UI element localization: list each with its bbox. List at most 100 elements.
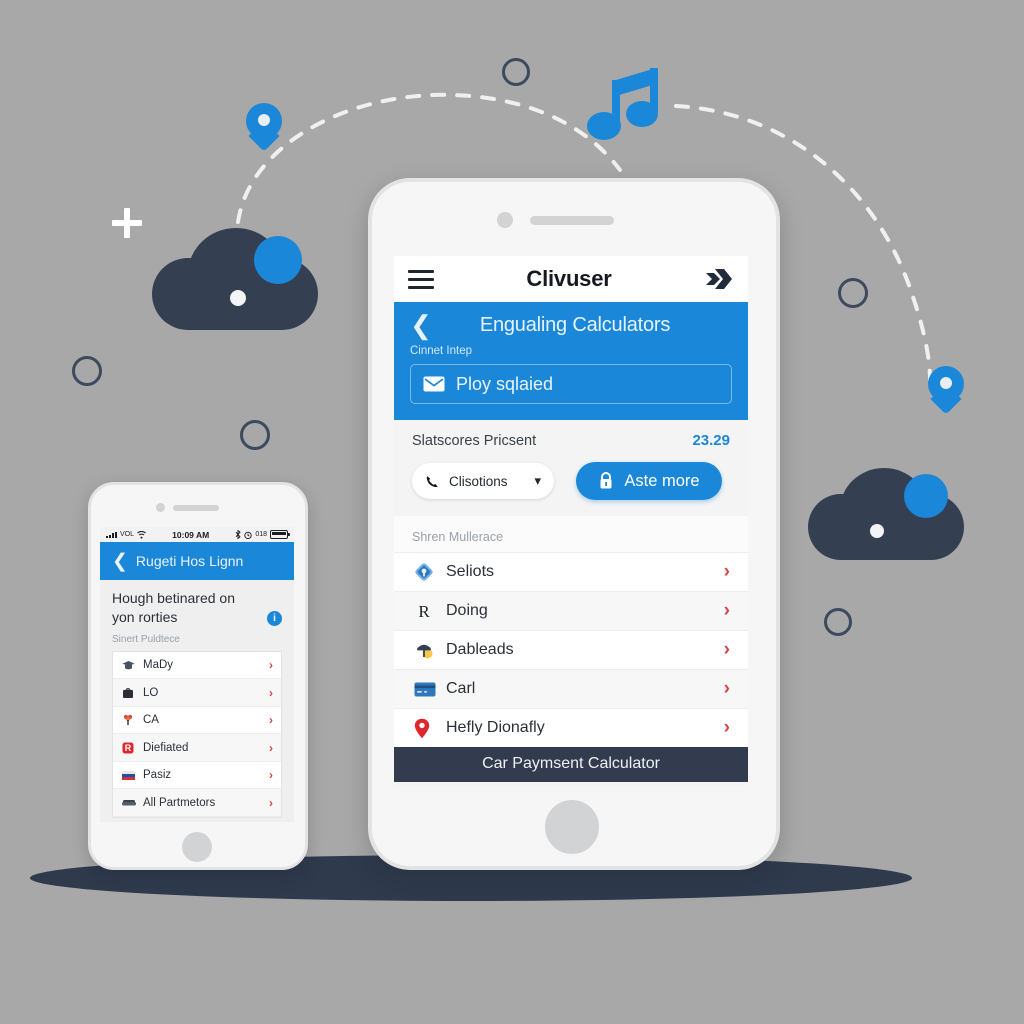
alarm-icon (244, 531, 252, 539)
map-pin-icon-left (246, 103, 282, 152)
mortarboard-icon (122, 660, 139, 671)
app-title: Clivuser (526, 266, 612, 291)
list-item[interactable]: CA › (113, 706, 281, 735)
circle-outline-icon (824, 608, 852, 636)
battery-icon (270, 530, 290, 539)
chevron-left-icon[interactable]: ❮ (410, 312, 432, 338)
blue-header-panel: ❮ Engualing Calculators Cinnet Intep Plo… (394, 302, 748, 420)
list-item-label: All Partmetors (143, 796, 216, 809)
info-badge-icon[interactable]: i (267, 611, 282, 626)
flag-icon (122, 770, 139, 780)
list-item-label: LO (143, 686, 159, 699)
big-phone-speaker (530, 216, 614, 225)
table-row[interactable]: Dableads › (394, 630, 748, 669)
stats-label: Slatscores Pricsent (412, 433, 537, 449)
screen-title: Engualing Calculators (479, 313, 671, 336)
plus-icon (112, 208, 142, 238)
big-phone-home-button[interactable] (545, 800, 599, 854)
chevron-right-icon: › (723, 561, 730, 582)
small-phone-header-bar: ❮ Rugeti Hos Lignn (100, 542, 294, 580)
chevron-right-icon: › (723, 639, 730, 660)
stats-value: 23.29 (692, 432, 730, 449)
aste-more-button[interactable]: Aste more (576, 462, 722, 500)
table-row-label: Carl (446, 680, 476, 697)
options-dropdown[interactable]: Clisotions ▾ (412, 463, 554, 499)
dropdown-label: Clisotions (449, 473, 508, 489)
app-bar: Clivuser (394, 256, 748, 302)
red-pin-icon (414, 718, 440, 739)
list-item-label: Diefiated (143, 741, 189, 754)
small-phone-screen: VOL 10:09 AM 018 ❮ Rugeti Hos Lignn Houg… (100, 527, 294, 822)
small-phone-status-bar: VOL 10:09 AM 018 (100, 527, 294, 542)
list-item-label: MaDy (143, 659, 174, 672)
sofa-icon (122, 798, 139, 807)
small-phone-home-button[interactable] (182, 832, 212, 862)
table-row[interactable]: R Doing › (394, 591, 748, 630)
list-item-label: CA (143, 714, 159, 727)
chevron-right-icon: › (723, 678, 730, 699)
small-phone-speaker (173, 505, 219, 511)
list-item[interactable]: All Partmetors › (113, 789, 281, 817)
map-pin-icon-right (928, 366, 964, 415)
chevron-right-icon: › (723, 600, 730, 621)
chevron-right-icon: › (723, 717, 730, 738)
chevron-right-icon: › (269, 685, 273, 700)
table-row-label: Doing (446, 602, 488, 619)
list-caption: Shren Mullerace (412, 530, 504, 544)
bouquet-icon (122, 714, 139, 726)
aste-more-label: Aste more (624, 471, 700, 490)
wifi-icon (137, 530, 146, 539)
svg-text:R: R (418, 602, 430, 621)
table-row[interactable]: Carl › (394, 669, 748, 708)
table-row-label: Dableads (446, 641, 514, 658)
battery-percent-label: 018 (255, 531, 267, 538)
circle-outline-icon (240, 420, 270, 450)
list-item[interactable]: MaDy › (113, 651, 281, 680)
circle-outline-icon (72, 356, 102, 386)
circle-outline-icon (838, 278, 868, 308)
table-row-label: Hefly Dionafly (446, 719, 545, 736)
hamburger-icon[interactable] (408, 265, 434, 294)
table-row-label: Seliots (446, 563, 495, 580)
letter-r-icon: R (414, 601, 440, 621)
lock-icon (600, 472, 612, 489)
forward-arrow-icon[interactable] (704, 265, 734, 293)
table-row[interactable]: Seliots › (394, 552, 748, 591)
circle-outline-icon (502, 58, 530, 86)
chevron-left-icon[interactable]: ❮ (112, 552, 128, 571)
scene-canvas: VOL 10:09 AM 018 ❮ Rugeti Hos Lignn Houg… (0, 0, 1024, 1024)
svg-text:R: R (125, 743, 132, 753)
chevron-right-icon: › (269, 768, 273, 783)
carrier-label: VOL (120, 531, 135, 538)
list-section: Shren Mullerace Seliots › R Doing › Dabl… (394, 516, 748, 747)
small-phone-subtitle: Sinert Puldtece (112, 633, 180, 645)
list-item-label: Pasiz (143, 769, 172, 782)
credit-card-icon (414, 682, 440, 697)
list-item[interactable]: Pasiz › (113, 761, 281, 790)
table-row[interactable]: Hefly Dionafly › (394, 708, 748, 747)
small-phone-header-title: Rugeti Hos Lignn (135, 553, 244, 569)
bluetooth-icon (235, 530, 241, 539)
list-item[interactable]: R Diefiated › (113, 734, 281, 762)
email-field-value: Ploy sqlaied (456, 373, 554, 394)
small-phone-camera (156, 503, 165, 512)
chevron-down-icon: ▾ (534, 473, 541, 488)
footer-bar[interactable]: Car Paymsent Calculator (394, 747, 748, 782)
cloud-icon-right (808, 468, 964, 560)
chevron-right-icon: › (269, 795, 273, 810)
signal-bars-icon (106, 531, 117, 538)
big-phone-camera (497, 212, 513, 228)
small-phone-list: MaDy › LO › CA › R Diefiated › Pasiz › A… (112, 650, 282, 818)
red-square-icon: R (122, 742, 139, 754)
small-phone-headline: Hough betinared on yon rorties i (112, 589, 282, 627)
small-phone-headline-text: Hough betinared on yon rorties (112, 590, 235, 625)
stats-panel: Slatscores Pricsent 23.29 Clisotions ▾ A… (394, 420, 748, 516)
list-item[interactable]: LO › (113, 679, 281, 707)
blue-badge-icon (414, 562, 440, 582)
music-note-icon (587, 68, 658, 140)
email-field[interactable]: Ploy sqlaied (410, 364, 732, 404)
bag-icon (122, 687, 139, 699)
big-phone-screen: Clivuser ❮ Engualing Calculators Cinnet … (394, 256, 748, 786)
yellow-lamp-icon (414, 640, 440, 660)
cloud-icon-left (152, 228, 318, 330)
